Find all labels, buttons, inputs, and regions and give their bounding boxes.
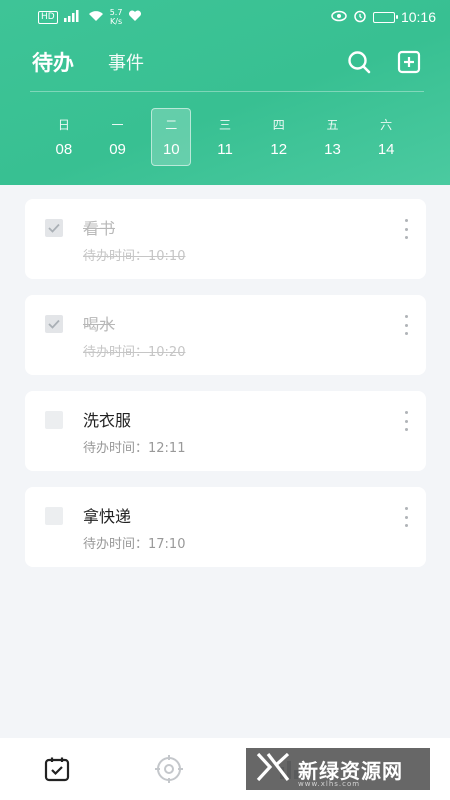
hd-badge: HD	[38, 10, 58, 24]
todo-time: 待办时间：12:11	[83, 441, 186, 456]
day-sat[interactable]: 六 14	[359, 108, 413, 166]
todo-time: 待办时间：10:10	[83, 249, 186, 264]
watermark-logo: 新绿资源网 www.xlhs.com	[246, 748, 430, 790]
day-sun[interactable]: 日 08	[37, 108, 91, 166]
status-bar: HD 5.7 K/s 10:16	[0, 0, 450, 34]
health-heart-icon	[128, 9, 142, 25]
day-mon[interactable]: 一 09	[91, 108, 145, 166]
todo-title: 看书	[83, 219, 116, 238]
todo-card[interactable]: 洗衣服 待办时间：12:11	[25, 391, 426, 471]
todo-card[interactable]: 喝水 待办时间：10:20	[25, 295, 426, 375]
todo-time: 待办时间：10:20	[83, 345, 186, 360]
todo-checkbox-checked[interactable]	[45, 219, 63, 237]
day-tue-selected[interactable]: 二 10	[151, 108, 192, 166]
signal-icon	[63, 9, 82, 25]
more-options-icon[interactable]	[402, 315, 410, 335]
battery-icon	[372, 11, 398, 23]
header-divider	[30, 91, 424, 92]
more-options-icon[interactable]	[402, 507, 410, 527]
todo-calendar-icon[interactable]	[43, 755, 71, 783]
todo-card[interactable]: 看书 待办时间：10:10	[25, 199, 426, 279]
week-strip: 日 08 一 09 二 10 三 11 四 12 五 13 六 14	[37, 108, 413, 166]
tab-todo[interactable]: 待办	[32, 47, 74, 77]
todo-checkbox[interactable]	[45, 411, 63, 429]
more-options-icon[interactable]	[402, 219, 410, 239]
watermark-url: www.xlhs.com	[298, 780, 361, 788]
day-wed[interactable]: 三 11	[198, 108, 252, 166]
tab-event[interactable]: 事件	[108, 49, 144, 75]
search-icon[interactable]	[346, 49, 372, 75]
day-thu[interactable]: 四 12	[252, 108, 306, 166]
more-options-icon[interactable]	[402, 411, 410, 431]
todo-title: 喝水	[83, 315, 116, 334]
clock-time: 10:16	[400, 9, 436, 25]
todo-title: 拿快递	[83, 507, 132, 526]
header: HD 5.7 K/s 10:16 待办 事件 日 08 一 09 二 10 三 …	[0, 0, 450, 185]
todo-list: 看书 待办时间：10:10 喝水 待办时间：10:20 洗衣服 待办时间：12:…	[25, 199, 426, 583]
todo-checkbox[interactable]	[45, 507, 63, 525]
top-bar: 待办 事件	[0, 36, 450, 88]
wifi-icon	[88, 10, 104, 25]
add-icon[interactable]	[396, 49, 422, 75]
focus-target-icon[interactable]	[155, 755, 183, 783]
day-fri[interactable]: 五 13	[306, 108, 360, 166]
todo-time: 待办时间：17:10	[83, 537, 186, 552]
todo-checkbox-checked[interactable]	[45, 315, 63, 333]
watermark-logo-icon	[256, 752, 290, 786]
network-speed: 5.7 K/s	[109, 8, 123, 26]
eye-icon	[331, 10, 347, 25]
todo-card[interactable]: 拿快递 待办时间：17:10	[25, 487, 426, 567]
todo-title: 洗衣服	[83, 411, 132, 430]
alarm-icon	[353, 9, 367, 26]
